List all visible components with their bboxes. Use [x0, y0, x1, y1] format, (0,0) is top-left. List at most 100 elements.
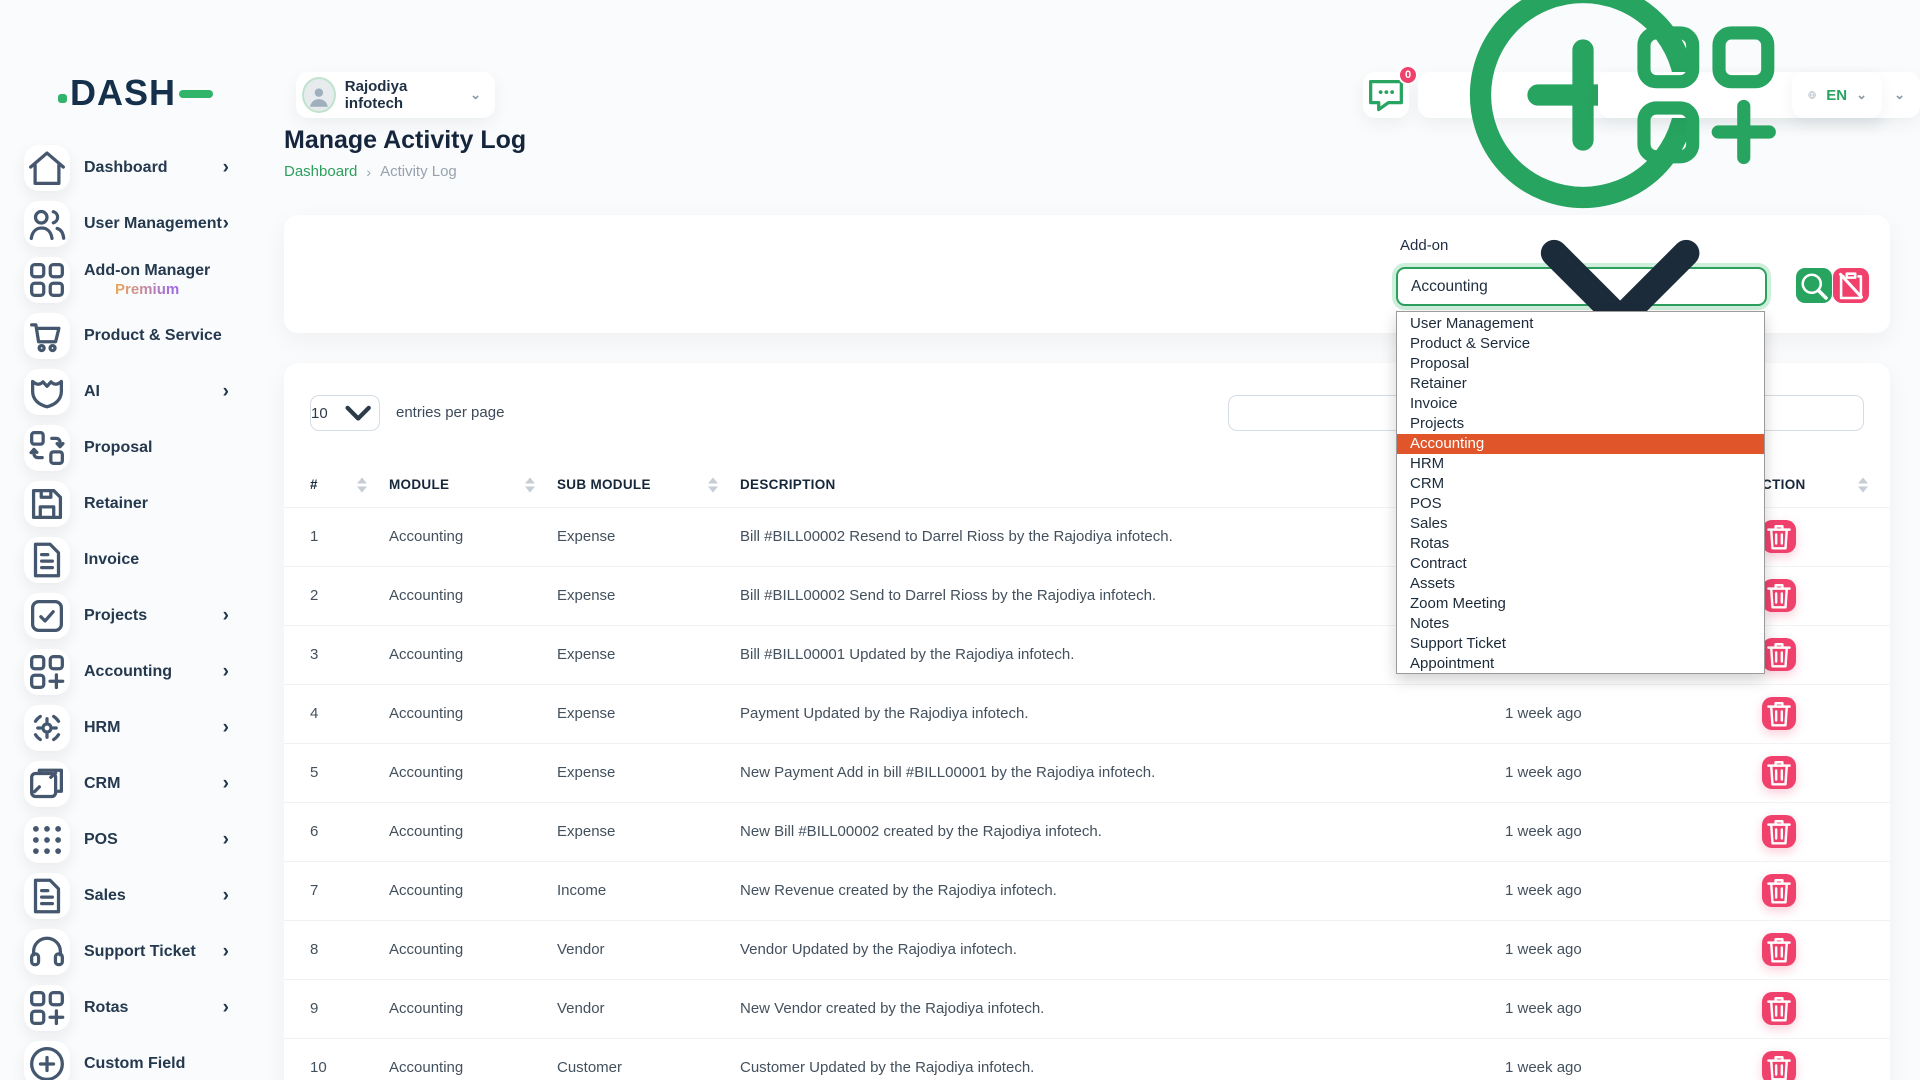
sidebar-item-invoice[interactable]: Invoice	[0, 532, 265, 588]
breadcrumb-dashboard-link[interactable]: Dashboard	[284, 163, 357, 180]
dropdown-option[interactable]: POS	[1397, 494, 1764, 514]
cell-description: New Revenue created by the Rajodiya info…	[740, 861, 1460, 920]
sidebar-item-hrm[interactable]: HRM ›	[0, 700, 265, 756]
dropdown-option[interactable]: Support Ticket	[1397, 634, 1764, 654]
cell-date: 1 week ago	[1460, 1038, 1700, 1080]
sidebar-item-sales[interactable]: Sales ›	[0, 868, 265, 924]
cell-index: 10	[284, 1038, 389, 1080]
dropdown-option[interactable]: HRM	[1397, 454, 1764, 474]
sidebar-item-pos[interactable]: POS ›	[0, 812, 265, 868]
chat-button[interactable]: 0	[1363, 72, 1409, 118]
cell-action	[1700, 920, 1890, 979]
delete-button[interactable]	[1762, 579, 1796, 612]
delete-button[interactable]	[1762, 697, 1796, 730]
sidebar-item-proposal[interactable]: Proposal	[0, 420, 265, 476]
column-header-sub-module[interactable]: SUB MODULE	[557, 463, 740, 507]
dropdown-option[interactable]: Accounting	[1397, 434, 1764, 454]
cell-index: 3	[284, 625, 389, 684]
table-row: 7AccountingIncomeNew Revenue created by …	[284, 861, 1890, 920]
delete-button[interactable]	[1762, 815, 1796, 848]
cell-sub-module: Vendor	[557, 920, 740, 979]
workspace-switcher[interactable]: Rajodiya infotech ⌄	[296, 72, 495, 118]
sidebar-item-product-service[interactable]: Product & Service	[0, 308, 265, 364]
trash-icon	[1762, 638, 1796, 672]
trash-icon	[1762, 992, 1796, 1026]
dropdown-option[interactable]: Contract	[1397, 554, 1764, 574]
dropdown-option[interactable]: Rotas	[1397, 534, 1764, 554]
column-header-description[interactable]: DESCRIPTION	[740, 463, 1460, 507]
sort-icon	[357, 477, 367, 492]
dropdown-option[interactable]: Product & Service	[1397, 334, 1764, 354]
table-row: 5AccountingExpenseNew Payment Add in bil…	[284, 743, 1890, 802]
dropdown-option[interactable]: Retainer	[1397, 374, 1764, 394]
breadcrumb: Dashboard › Activity Log	[284, 163, 457, 180]
delete-button[interactable]	[1762, 1051, 1796, 1080]
dropdown-option[interactable]: Appointment	[1397, 654, 1764, 674]
page-title: Manage Activity Log	[284, 126, 526, 155]
delete-button[interactable]	[1762, 933, 1796, 966]
chevron-right-icon: ›	[223, 997, 229, 1019]
delete-button[interactable]	[1762, 992, 1796, 1025]
sidebar-item-user-management[interactable]: User Management ›	[0, 196, 265, 252]
cell-date: 1 week ago	[1460, 802, 1700, 861]
delete-button[interactable]	[1762, 756, 1796, 789]
chat-badge: 0	[1398, 65, 1418, 85]
entries-per-page-label: entries per page	[396, 404, 504, 421]
dropdown-option[interactable]: Invoice	[1397, 394, 1764, 414]
sidebar-item-dashboard[interactable]: Dashboard ›	[0, 140, 265, 196]
dropdown-option[interactable]: Projects	[1397, 414, 1764, 434]
sidebar-item-projects[interactable]: Projects ›	[0, 588, 265, 644]
cell-sub-module: Expense	[557, 743, 740, 802]
cell-description: Payment Updated by the Rajodiya infotech…	[740, 684, 1460, 743]
cell-index: 9	[284, 979, 389, 1038]
column-header-module[interactable]: MODULE	[389, 463, 557, 507]
cell-description: Bill #BILL00001 Updated by the Rajodiya …	[740, 625, 1460, 684]
document-icon	[24, 873, 70, 919]
trash-icon	[1762, 697, 1796, 731]
delete-button[interactable]	[1762, 520, 1796, 553]
page-size-select[interactable]: 10	[310, 395, 380, 431]
sidebar-item-accounting[interactable]: Accounting ›	[0, 644, 265, 700]
column-header-index[interactable]: #	[284, 463, 389, 507]
app-logo[interactable]: DASH	[58, 72, 213, 114]
dropdown-option[interactable]: Proposal	[1397, 354, 1764, 374]
cart-icon	[24, 313, 70, 359]
sidebar-item-ai[interactable]: AI ›	[0, 364, 265, 420]
table-row: 10AccountingCustomerCustomer Updated by …	[284, 1038, 1890, 1080]
dropdown-option[interactable]: CRM	[1397, 474, 1764, 494]
users-icon	[24, 201, 70, 247]
dots-grid-icon	[24, 817, 70, 863]
addon-select[interactable]: Accounting	[1396, 267, 1767, 306]
addon-filter-label: Add-on	[1400, 237, 1448, 254]
delete-button[interactable]	[1762, 638, 1796, 671]
cell-sub-module: Income	[557, 861, 740, 920]
cell-module: Accounting	[389, 743, 557, 802]
cell-date: 1 week ago	[1460, 861, 1700, 920]
dropdown-option[interactable]: User Management	[1397, 314, 1764, 334]
sidebar-item-rotas[interactable]: Rotas ›	[0, 980, 265, 1036]
grid-plus-icon	[24, 649, 70, 695]
dropdown-option[interactable]: Zoom Meeting	[1397, 594, 1764, 614]
delete-button[interactable]	[1762, 874, 1796, 907]
save-icon	[24, 481, 70, 527]
language-selector[interactable]: EN ⌄	[1792, 72, 1882, 118]
table-row: 9AccountingVendorNew Vendor created by t…	[284, 979, 1890, 1038]
cell-index: 4	[284, 684, 389, 743]
sidebar-item-custom-field[interactable]: Custom Field	[0, 1036, 265, 1080]
sidebar-item-crm[interactable]: CRM ›	[0, 756, 265, 812]
table-row: 8AccountingVendorVendor Updated by the R…	[284, 920, 1890, 979]
headset-icon	[24, 929, 70, 975]
sidebar-item-retainer[interactable]: Retainer	[0, 476, 265, 532]
reset-filter-button[interactable]	[1833, 268, 1869, 303]
cell-description: Bill #BILL00002 Send to Darrel Rioss by …	[740, 566, 1460, 625]
sidebar-item-addon-manager[interactable]: Add-on Manager Premium	[0, 252, 265, 308]
chevron-down-icon: ⌄	[1856, 87, 1867, 103]
cell-description: New Bill #BILL00002 created by the Rajod…	[740, 802, 1460, 861]
apply-filter-button[interactable]	[1796, 268, 1832, 303]
check-square-icon	[24, 593, 70, 639]
dropdown-option[interactable]: Assets	[1397, 574, 1764, 594]
dropdown-option[interactable]: Sales	[1397, 514, 1764, 534]
dropdown-option[interactable]: Notes	[1397, 614, 1764, 634]
cell-date: 1 week ago	[1460, 684, 1700, 743]
sidebar-item-support-ticket[interactable]: Support Ticket ›	[0, 924, 265, 980]
